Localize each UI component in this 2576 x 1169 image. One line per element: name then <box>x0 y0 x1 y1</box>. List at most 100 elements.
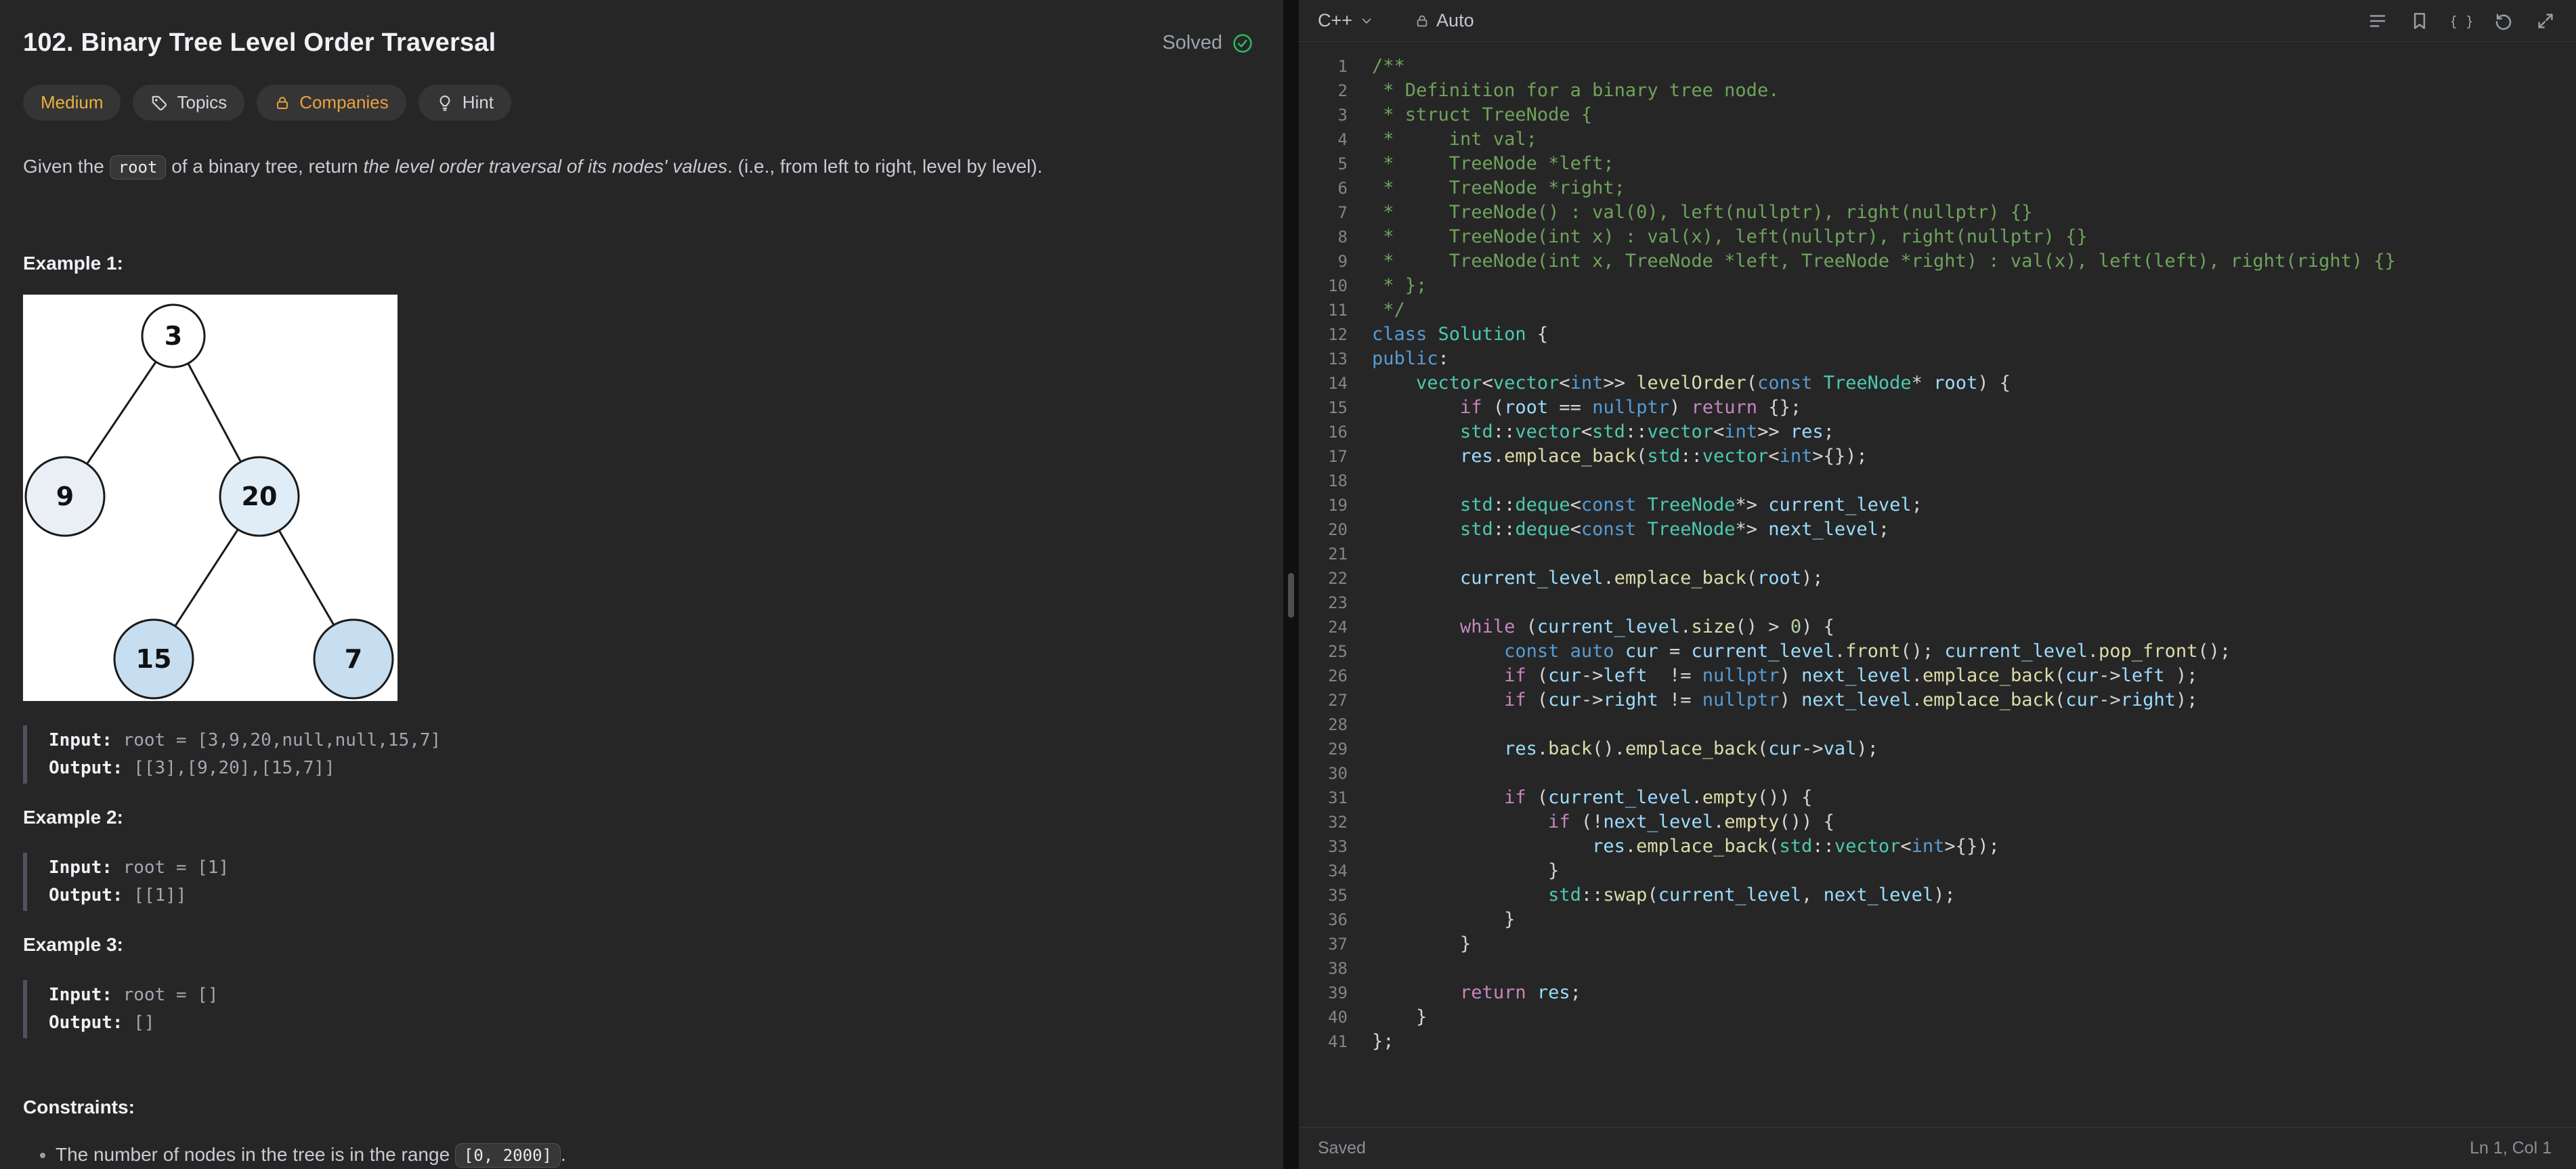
svg-text:{ }: { } <box>2451 13 2472 29</box>
language-selector[interactable]: C++ <box>1318 10 1374 31</box>
code-line-1[interactable]: 1/** <box>1299 54 2576 79</box>
code-line-text: }; <box>1348 1029 1394 1054</box>
code-line-text: vector<vector<int>> levelOrder(const Tre… <box>1348 371 2011 396</box>
code-line-37[interactable]: 37 } <box>1299 932 2576 956</box>
app-window: 102. Binary Tree Level Order Traversal S… <box>0 0 2576 1169</box>
code-line-21[interactable]: 21 <box>1299 542 2576 566</box>
problem-header: 102. Binary Tree Level Order Traversal S… <box>23 28 1253 58</box>
svg-text:9: 9 <box>56 482 74 511</box>
constraints-label: Constraints: <box>23 1097 1253 1118</box>
line-number: 3 <box>1299 103 1348 127</box>
inline-code-root: root <box>110 155 167 179</box>
hint-chip[interactable]: Hint <box>418 85 511 121</box>
braces-icon[interactable]: { } <box>2450 9 2473 33</box>
code-line-text: /** <box>1348 54 1405 79</box>
code-line-23[interactable]: 23 <box>1299 591 2576 615</box>
code-line-text: * }; <box>1348 274 1427 298</box>
description-text: of a binary tree, return <box>166 156 363 177</box>
code-line-29[interactable]: 29 res.back().emplace_back(cur->val); <box>1299 737 2576 761</box>
code-line-38[interactable]: 38 <box>1299 956 2576 981</box>
code-line-text: res.emplace_back(std::vector<int>{}); <box>1348 444 1868 469</box>
auto-toggle[interactable]: Auto <box>1415 10 1474 31</box>
code-line-28[interactable]: 28 <box>1299 713 2576 737</box>
notes-icon[interactable] <box>2366 9 2389 33</box>
code-line-3[interactable]: 3 * struct TreeNode { <box>1299 103 2576 127</box>
line-number: 10 <box>1299 274 1348 298</box>
code-line-18[interactable]: 18 <box>1299 469 2576 493</box>
code-line-9[interactable]: 9 * TreeNode(int x, TreeNode *left, Tree… <box>1299 249 2576 274</box>
code-line-text: current_level.emplace_back(root); <box>1348 566 1824 591</box>
code-line-12[interactable]: 12class Solution { <box>1299 322 2576 347</box>
constraints-list: The number of nodes in the tree is in th… <box>23 1140 1253 1169</box>
line-number: 31 <box>1299 786 1348 810</box>
code-line-39[interactable]: 39 return res; <box>1299 981 2576 1005</box>
line-number: 33 <box>1299 834 1348 859</box>
code-line-text <box>1348 761 1372 786</box>
output-value: [] <box>133 1013 154 1033</box>
line-number: 14 <box>1299 371 1348 396</box>
line-number: 29 <box>1299 737 1348 761</box>
topics-chip[interactable]: Topics <box>133 85 244 121</box>
code-line-40[interactable]: 40 } <box>1299 1005 2576 1029</box>
example-output-line: Output: [[1]] <box>49 882 1253 910</box>
code-line-36[interactable]: 36 } <box>1299 908 2576 932</box>
line-number: 13 <box>1299 347 1348 371</box>
code-line-27[interactable]: 27 if (cur->right != nullptr) next_level… <box>1299 688 2576 713</box>
code-line-11[interactable]: 11 */ <box>1299 298 2576 322</box>
line-number: 17 <box>1299 444 1348 469</box>
code-line-text: if (root == nullptr) return {}; <box>1348 396 1801 420</box>
code-line-16[interactable]: 16 std::vector<std::vector<int>> res; <box>1299 420 2576 444</box>
code-line-4[interactable]: 4 * int val; <box>1299 127 2576 152</box>
output-value: [[3],[9,20],[15,7]] <box>133 758 335 778</box>
code-line-30[interactable]: 30 <box>1299 761 2576 786</box>
code-line-text: * Definition for a binary tree node. <box>1348 79 1779 103</box>
code-line-7[interactable]: 7 * TreeNode() : val(0), left(nullptr), … <box>1299 200 2576 225</box>
code-line-24[interactable]: 24 while (current_level.size() > 0) { <box>1299 615 2576 639</box>
code-line-5[interactable]: 5 * TreeNode *left; <box>1299 152 2576 176</box>
panel-resizer[interactable] <box>1283 0 1299 1169</box>
code-line-25[interactable]: 25 const auto cur = current_level.front(… <box>1299 639 2576 664</box>
code-line-20[interactable]: 20 std::deque<const TreeNode*> next_leve… <box>1299 517 2576 542</box>
input-value: root = [3,9,20,null,null,15,7] <box>123 730 442 750</box>
line-number: 41 <box>1299 1029 1348 1054</box>
example-1-io: Input: root = [3,9,20,null,null,15,7] Ou… <box>23 725 1253 784</box>
code-line-26[interactable]: 26 if (cur->left != nullptr) next_level.… <box>1299 664 2576 688</box>
code-line-2[interactable]: 2 * Definition for a binary tree node. <box>1299 79 2576 103</box>
companies-chip[interactable]: Companies <box>257 85 406 121</box>
code-line-31[interactable]: 31 if (current_level.empty()) { <box>1299 786 2576 810</box>
code-editor[interactable]: 1/**2 * Definition for a binary tree nod… <box>1299 42 2576 1113</box>
code-line-text: return res; <box>1348 981 1581 1005</box>
code-line-33[interactable]: 33 res.emplace_back(std::vector<int>{}); <box>1299 834 2576 859</box>
code-line-35[interactable]: 35 std::swap(current_level, next_level); <box>1299 883 2576 908</box>
inline-code-range: [0, 2000] <box>455 1143 561 1168</box>
code-line-text <box>1348 713 1372 737</box>
code-line-13[interactable]: 13public: <box>1299 347 2576 371</box>
code-line-22[interactable]: 22 current_level.emplace_back(root); <box>1299 566 2576 591</box>
output-value: [[1]] <box>133 885 186 906</box>
code-line-text: * TreeNode *right; <box>1348 176 1625 200</box>
example-2-io: Input: root = [1] Output: [[1]] <box>23 853 1253 911</box>
solved-status-badge: Solved <box>1162 32 1253 54</box>
topics-label: Topics <box>177 92 227 113</box>
code-line-15[interactable]: 15 if (root == nullptr) return {}; <box>1299 396 2576 420</box>
code-line-14[interactable]: 14 vector<vector<int>> levelOrder(const … <box>1299 371 2576 396</box>
code-line-41[interactable]: 41}; <box>1299 1029 2576 1054</box>
input-label: Input: <box>49 857 112 878</box>
code-line-8[interactable]: 8 * TreeNode(int x) : val(x), left(nullp… <box>1299 225 2576 249</box>
code-line-34[interactable]: 34 } <box>1299 859 2576 883</box>
code-line-10[interactable]: 10 * }; <box>1299 274 2576 298</box>
reset-icon[interactable] <box>2492 9 2515 33</box>
line-number: 35 <box>1299 883 1348 908</box>
code-line-6[interactable]: 6 * TreeNode *right; <box>1299 176 2576 200</box>
code-line-17[interactable]: 17 res.emplace_back(std::vector<int>{}); <box>1299 444 2576 469</box>
code-line-32[interactable]: 32 if (!next_level.empty()) { <box>1299 810 2576 834</box>
code-line-text: std::vector<std::vector<int>> res; <box>1348 420 1834 444</box>
difficulty-badge[interactable]: Medium <box>23 85 121 121</box>
description-italic: the level order traversal of its nodes' … <box>363 156 727 177</box>
code-line-19[interactable]: 19 std::deque<const TreeNode*> current_l… <box>1299 493 2576 517</box>
code-line-text: res.back().emplace_back(cur->val); <box>1348 737 1879 761</box>
bookmark-icon[interactable] <box>2408 9 2431 33</box>
expand-icon[interactable] <box>2534 9 2557 33</box>
line-number: 1 <box>1299 54 1348 79</box>
resizer-handle-icon[interactable] <box>1288 573 1294 618</box>
